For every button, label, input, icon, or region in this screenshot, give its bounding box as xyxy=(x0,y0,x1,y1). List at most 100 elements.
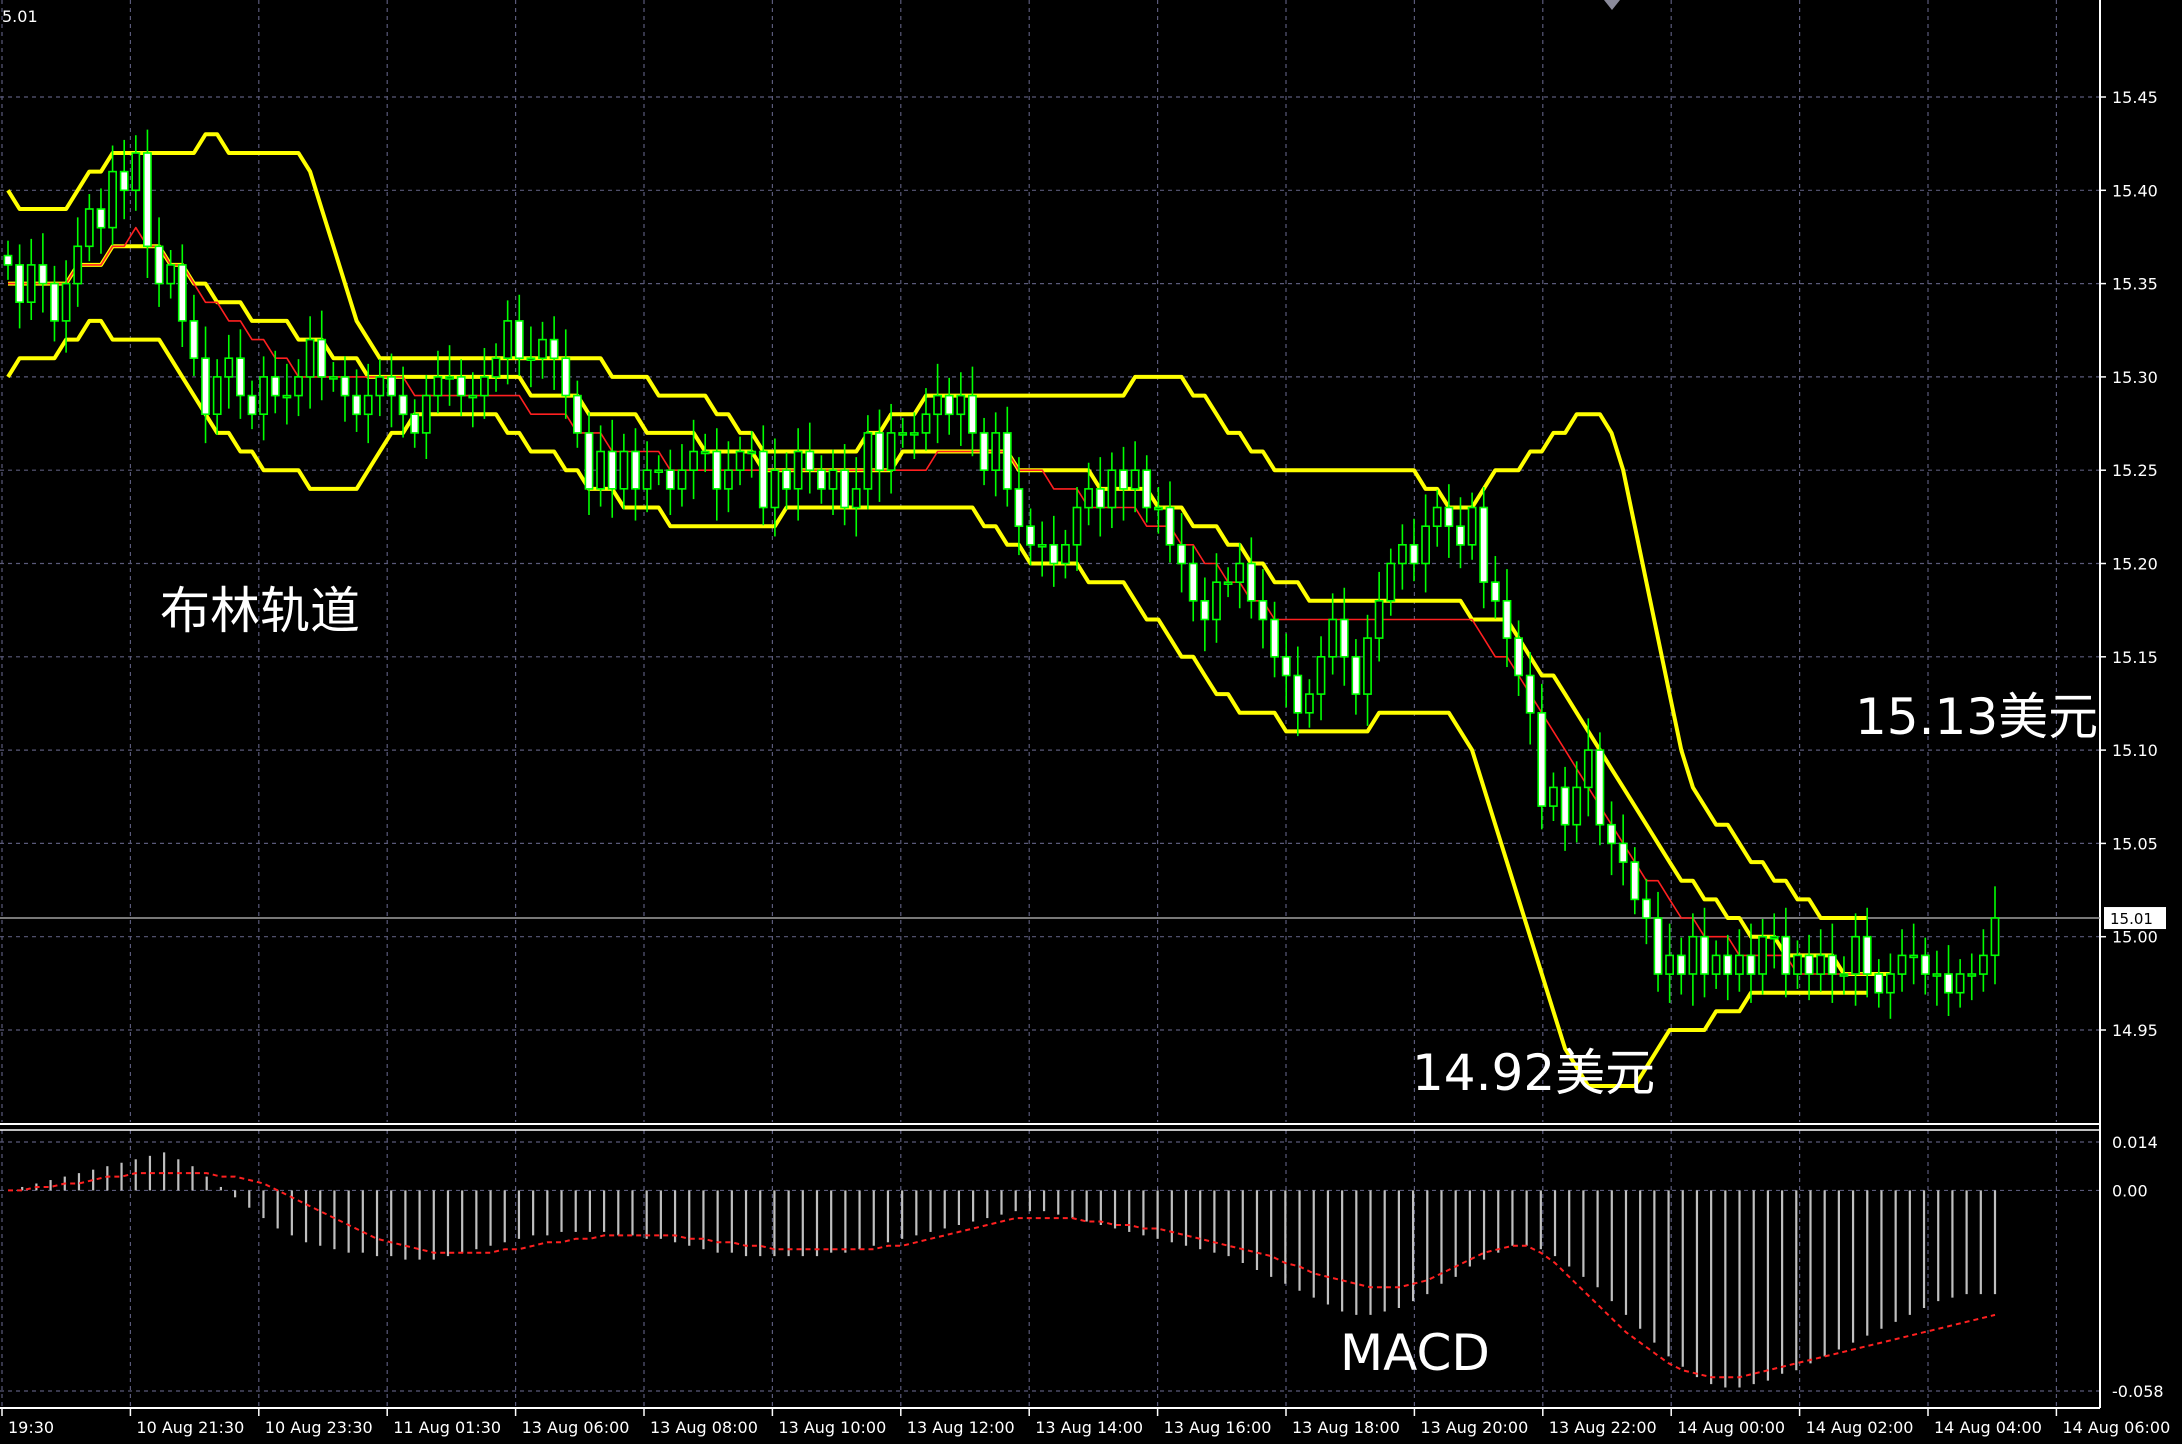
candle-body[interactable] xyxy=(503,320,513,359)
candle-body[interactable] xyxy=(1642,898,1651,919)
candle-body[interactable] xyxy=(1444,506,1454,528)
candle-body[interactable] xyxy=(1084,488,1093,509)
candle-body[interactable] xyxy=(1386,562,1396,602)
candle-body[interactable] xyxy=(1339,618,1349,658)
price-chart[interactable]: 15.45 15.40 15.35 15.30 15.25 15.20 15.15 15.10… xyxy=(0,0,2182,1444)
candle-body[interactable] xyxy=(631,450,640,490)
candle-body[interactable] xyxy=(1769,935,1779,940)
candle-body[interactable] xyxy=(1258,599,1268,621)
candle-body[interactable] xyxy=(1188,562,1198,602)
candle-body[interactable] xyxy=(1246,562,1256,602)
candle-body[interactable] xyxy=(561,357,571,397)
candle-body[interactable] xyxy=(1374,599,1384,639)
candle-body[interactable] xyxy=(1700,935,1709,975)
candle-body[interactable] xyxy=(793,450,803,490)
candle-body[interactable] xyxy=(1560,786,1570,826)
candle-body[interactable] xyxy=(317,338,327,378)
candle-body[interactable] xyxy=(665,469,675,490)
candle-body[interactable] xyxy=(1235,562,1245,584)
candle-body[interactable] xyxy=(491,357,501,378)
candle-body[interactable] xyxy=(816,469,826,490)
candle-body[interactable] xyxy=(909,432,919,436)
candle-body[interactable] xyxy=(201,357,210,416)
candle-body[interactable] xyxy=(1142,469,1152,509)
candle-body[interactable] xyxy=(1177,543,1186,565)
candle-body[interactable] xyxy=(1363,637,1372,695)
candle-body[interactable] xyxy=(1479,506,1489,583)
candle-body[interactable] xyxy=(1932,973,1942,977)
candle-body[interactable] xyxy=(1804,954,1814,975)
candle-body[interactable] xyxy=(1793,954,1802,975)
candle-body[interactable] xyxy=(1746,954,1756,975)
candle-body[interactable] xyxy=(479,376,489,397)
candle-body[interactable] xyxy=(828,469,838,490)
candle-body[interactable] xyxy=(1874,973,1884,994)
candle-body[interactable] xyxy=(154,245,164,285)
candle-body[interactable] xyxy=(1549,786,1558,807)
candle-body[interactable] xyxy=(1781,935,1791,975)
candle-body[interactable] xyxy=(1514,637,1523,677)
candle-body[interactable] xyxy=(1107,469,1117,509)
candle-body[interactable] xyxy=(387,376,396,397)
candle-body[interactable] xyxy=(805,450,815,472)
candle-body[interactable] xyxy=(1037,543,1047,548)
candle-body[interactable] xyxy=(526,357,536,362)
candle-body[interactable] xyxy=(619,450,629,490)
candle-body[interactable] xyxy=(642,469,652,490)
candle-body[interactable] xyxy=(1490,581,1500,602)
candle-body[interactable] xyxy=(1351,655,1361,695)
candle-body[interactable] xyxy=(352,394,361,416)
candle-body[interactable] xyxy=(1967,973,1977,977)
candle-body[interactable] xyxy=(236,357,245,397)
candle-body[interactable] xyxy=(1723,954,1733,975)
candle-body[interactable] xyxy=(26,264,36,303)
candle-body[interactable] xyxy=(921,413,931,434)
candle-body[interactable] xyxy=(1630,861,1640,901)
candle-body[interactable] xyxy=(410,413,420,434)
candle-body[interactable] xyxy=(1653,917,1663,975)
candle-body[interactable] xyxy=(1398,543,1407,565)
candle-body[interactable] xyxy=(1979,954,1988,975)
candle-body[interactable] xyxy=(700,450,710,455)
candle-body[interactable] xyxy=(677,469,687,490)
candle-body[interactable] xyxy=(456,376,466,397)
candle-body[interactable] xyxy=(1607,823,1616,845)
candle-body[interactable] xyxy=(247,394,257,416)
candle-body[interactable] xyxy=(363,394,373,416)
candle-body[interactable] xyxy=(1212,581,1221,621)
candle-body[interactable] xyxy=(340,376,350,397)
candle-body[interactable] xyxy=(1328,618,1338,658)
candle-body[interactable] xyxy=(1827,954,1837,975)
candle-body[interactable] xyxy=(863,432,873,490)
candle-body[interactable] xyxy=(1095,488,1105,509)
candle-body[interactable] xyxy=(1130,469,1140,490)
candle-body[interactable] xyxy=(1955,973,1965,994)
candle-body[interactable] xyxy=(1200,599,1210,621)
candle-body[interactable] xyxy=(421,394,431,434)
candle-body[interactable] xyxy=(1897,954,1907,975)
candle-body[interactable] xyxy=(770,469,780,509)
candle-body[interactable] xyxy=(1851,935,1860,975)
candle-body[interactable] xyxy=(38,264,48,285)
candle-body[interactable] xyxy=(654,469,664,474)
candle-body[interactable] xyxy=(967,394,977,434)
candle-body[interactable] xyxy=(108,170,117,229)
candle-body[interactable] xyxy=(514,320,524,359)
candle-body[interactable] xyxy=(747,450,757,455)
candle-body[interactable] xyxy=(1061,543,1070,565)
candle-body[interactable] xyxy=(15,264,24,303)
candle-body[interactable] xyxy=(1595,749,1605,826)
candle-body[interactable] xyxy=(1758,935,1767,975)
candle-body[interactable] xyxy=(270,376,280,397)
candle-body[interactable] xyxy=(96,208,106,229)
candle-body[interactable] xyxy=(851,488,861,509)
candle-body[interactable] xyxy=(177,264,187,322)
candle-body[interactable] xyxy=(1223,581,1233,586)
candle-body[interactable] xyxy=(1711,954,1721,975)
candle-body[interactable] xyxy=(445,376,454,380)
candle-body[interactable] xyxy=(1049,543,1059,565)
candle-body[interactable] xyxy=(1618,842,1628,863)
candle-body[interactable] xyxy=(712,450,722,490)
candle-body[interactable] xyxy=(1421,525,1430,565)
candle-body[interactable] xyxy=(1583,749,1593,789)
